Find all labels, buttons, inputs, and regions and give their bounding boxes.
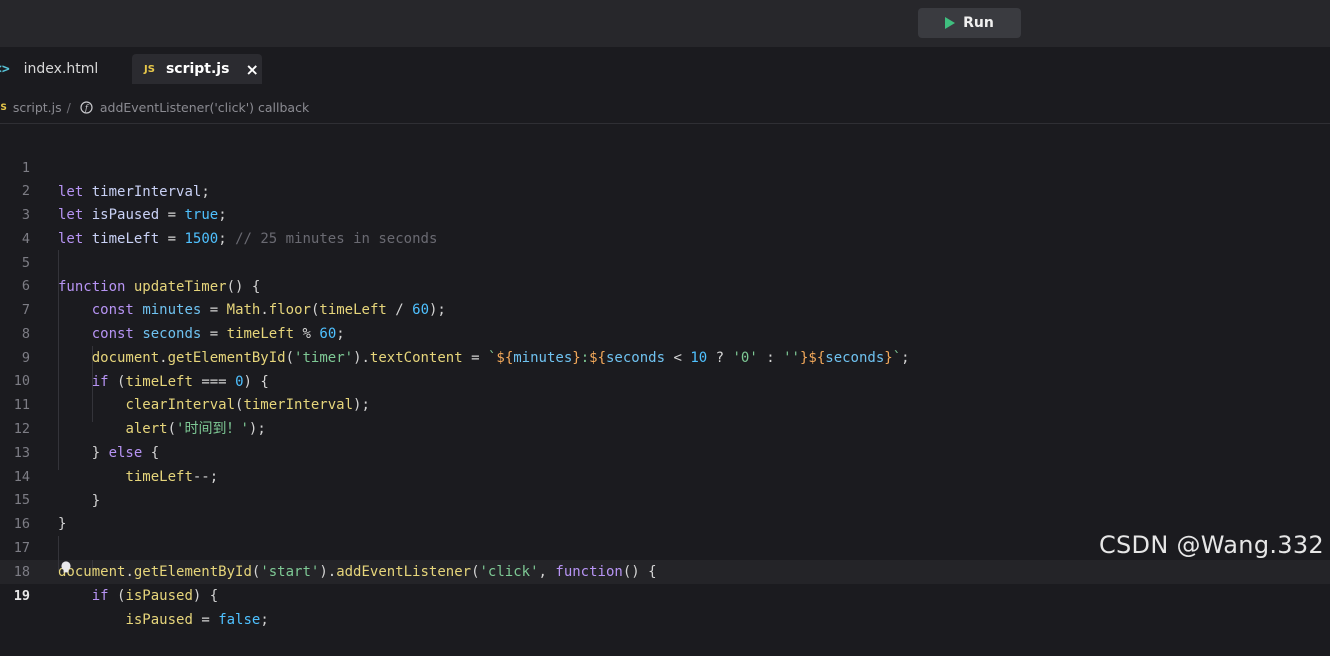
code-line: 1 let timerInterval;: [0, 132, 210, 200]
code-line: 10 clearInterval(timerInterval);: [0, 345, 370, 413]
breadcrumb-symbol[interactable]: addEventListener('click') callback: [100, 100, 309, 115]
tab-label: script.js: [165, 61, 230, 77]
watermark: CSDN @Wang.332: [1098, 531, 1324, 559]
js-file-icon: JS: [144, 63, 155, 75]
top-toolbar: Run: [0, 0, 1330, 47]
lightbulb-icon[interactable]: [60, 561, 72, 575]
code-line: 6 const minutes = Math.floor(timeLeft / …: [0, 250, 446, 318]
breadcrumb-separator: /: [66, 100, 71, 115]
code-line: 2 let isPaused = true;: [0, 155, 227, 223]
code-editor[interactable]: 1 let timerInterval; 2 let isPaused = tr…: [0, 124, 1330, 628]
breadcrumb: JS script.js / f addEventListener('click…: [0, 92, 1330, 124]
tab-script-js[interactable]: JS script.js ×: [132, 54, 262, 84]
function-symbol-icon: f: [80, 101, 93, 114]
html-tag-icon: <>: [0, 61, 10, 77]
close-icon[interactable]: ×: [245, 60, 258, 79]
breadcrumb-file[interactable]: script.js: [13, 100, 62, 115]
code-line: 13 timeLeft--;: [0, 417, 218, 485]
code-line: 8 document.getElementById('timer').textC…: [0, 298, 910, 366]
code-line: 17 document.getElementById('start').addE…: [0, 512, 657, 580]
code-line: 12 } else {: [0, 393, 159, 461]
code-line: 11 alert('时间到！');: [0, 369, 266, 437]
code-line: 9 if (timeLeft === 0) {: [0, 322, 269, 390]
run-button-label: Run: [963, 15, 994, 31]
editor-tabs: <> index.html JS script.js ×: [0, 47, 1330, 92]
code-line: 19 isPaused = false;: [0, 560, 269, 628]
play-icon: [945, 17, 956, 29]
code-line: 16: [0, 488, 34, 532]
code-line: 18 if (isPaused) {: [0, 536, 218, 604]
run-button[interactable]: Run: [918, 8, 1021, 38]
line-number: 19: [13, 588, 30, 604]
code-line: 3 let timeLeft = 1500; // 25 minutes in …: [0, 179, 438, 247]
code-line: 7 const seconds = timeLeft % 60;: [0, 274, 345, 342]
js-file-icon: JS: [0, 102, 7, 113]
code-line: 4: [0, 203, 34, 247]
code-line: 5 function updateTimer() {: [0, 227, 260, 295]
tab-label: index.html: [23, 61, 99, 77]
code-line: 14 }: [0, 441, 100, 509]
code-line: 15 }: [0, 464, 67, 532]
tab-index-html[interactable]: <> index.html: [0, 54, 108, 84]
